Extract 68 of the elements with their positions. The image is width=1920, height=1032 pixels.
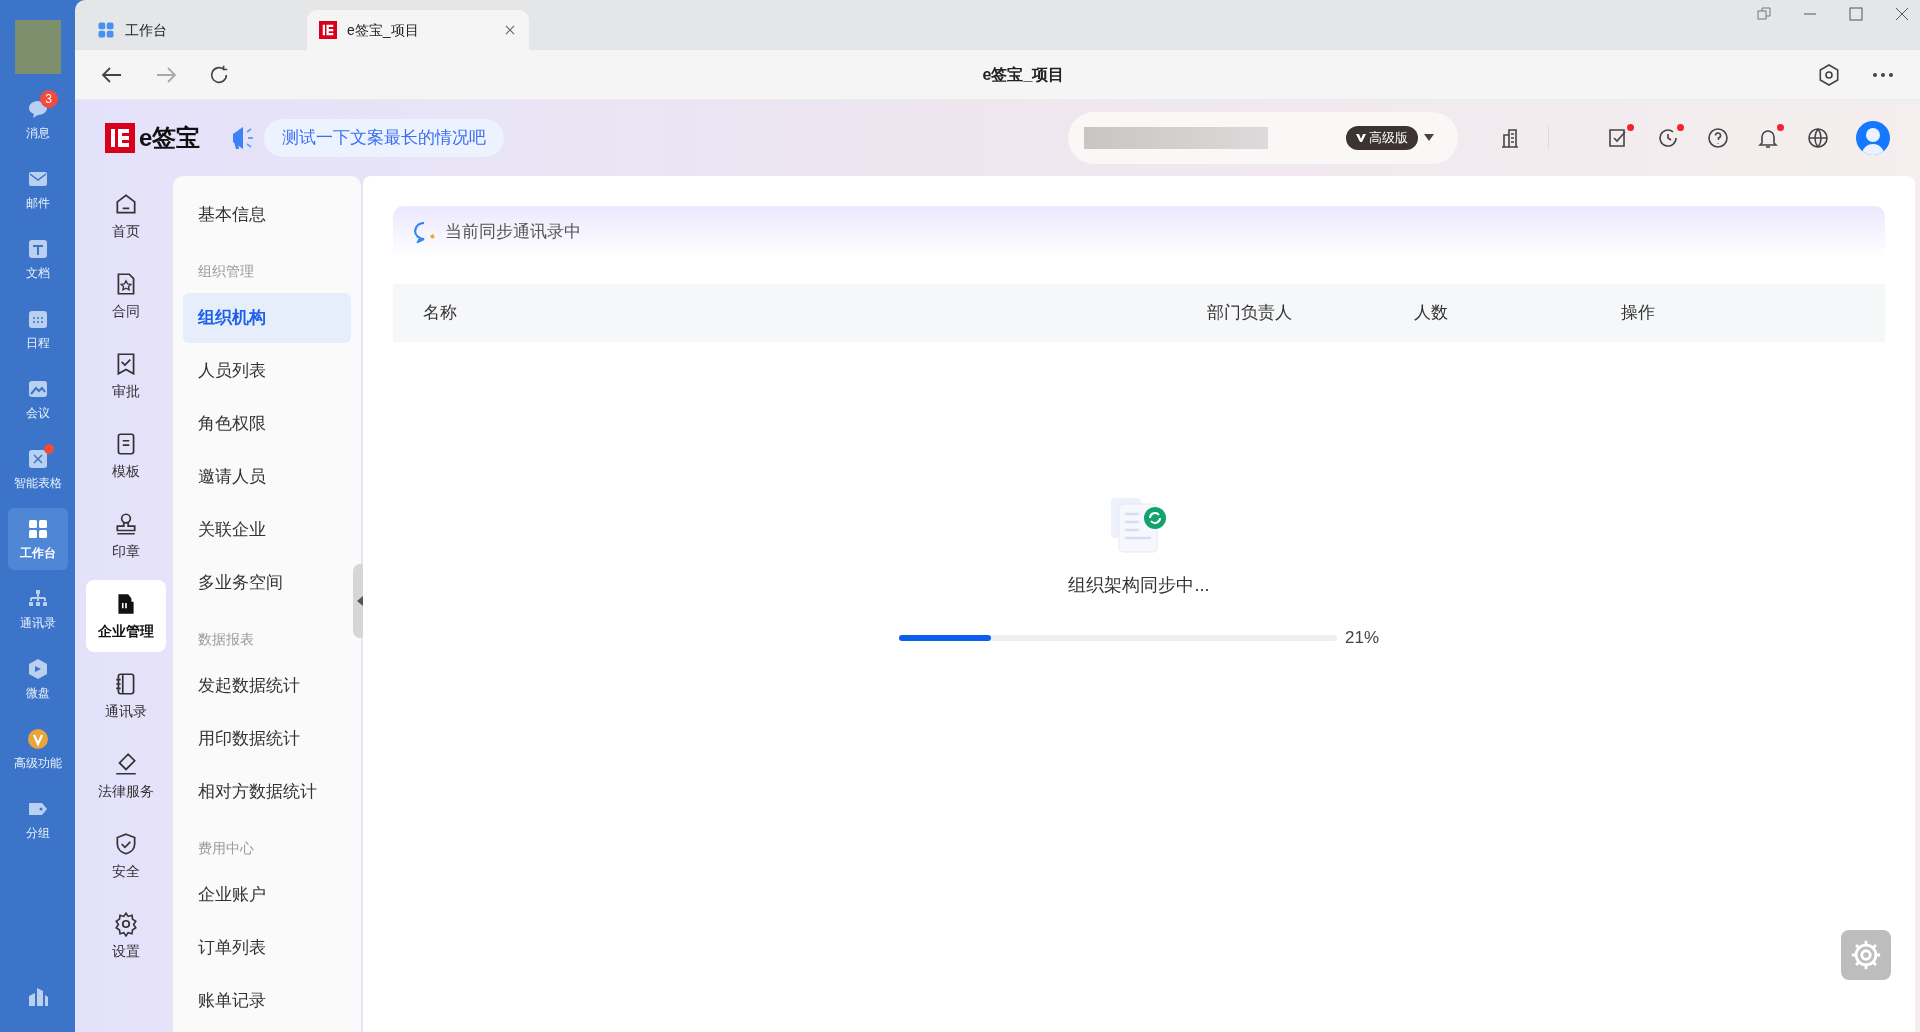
column-header: 操作 [1621,302,1656,325]
page-title: e签宝_项目 [982,64,1065,85]
close-icon[interactable] [1894,6,1910,22]
menu-item[interactable]: 邀请人员 [183,452,351,502]
nav-item[interactable]: 安全 [86,820,166,892]
avatar[interactable] [1856,121,1890,155]
nav-item[interactable]: 法律服务 [86,740,166,812]
column-header: 人数 [1414,302,1449,325]
logo-text: e签宝 [139,123,201,153]
sync-status-text: 当前同步通讯录中 [445,221,581,244]
rail-item[interactable]: 会议 [7,368,68,430]
menu-item[interactable]: 相对方数据统计 [183,767,351,817]
menu-item[interactable]: 关联企业 [183,505,351,555]
count-badge: 3 [39,90,58,108]
rail-item[interactable]: 邮件 [7,158,68,220]
menu-item[interactable]: 订单列表 [183,923,351,973]
help-icon[interactable] [1706,126,1730,150]
settings-icon [113,910,139,937]
menu-item[interactable]: 发起数据统计 [183,661,351,711]
menu-item[interactable]: 用印数据统计 [183,714,351,764]
section-heading: 费用中心 [197,838,255,858]
menu-item[interactable]: 人员列表 [183,346,351,396]
reload-icon[interactable] [208,63,230,86]
browser-tab[interactable]: 工作台 [85,10,307,50]
menu-item[interactable]: 基本信息 [183,190,351,240]
nav-item[interactable]: 首页 [86,180,166,252]
close-icon[interactable] [503,23,517,37]
menu-item[interactable]: 组织机构 [183,293,351,343]
menu-item[interactable]: 账单记录 [183,976,351,1026]
browser-tab[interactable]: e签宝_项目 [307,10,529,50]
seal-icon [113,510,139,537]
app-logo-icon[interactable] [26,986,49,1008]
rail-item[interactable]: 通讯录 [7,578,68,640]
column-header: 名称 [422,302,458,325]
rail-item[interactable]: 消息 3 [7,88,68,150]
rail-item[interactable]: 高级功能 [7,718,68,780]
plan-badge: 高级版 [1346,126,1418,150]
nav-item[interactable]: 企业管理 [86,580,166,652]
nav-item[interactable]: 审批 [86,340,166,412]
progress-percent: 21% [1345,627,1379,649]
nav-item[interactable]: 印章 [86,500,166,572]
section-heading: 组织管理 [197,261,255,281]
grid-icon [97,21,115,39]
gear-icon [1849,938,1883,972]
rail-item[interactable]: 文档 [7,228,68,290]
loading-text: 组织架构同步中... [1068,574,1210,597]
shield-icon [113,830,139,857]
globe-icon[interactable] [1806,126,1830,150]
account-selector[interactable]: 高级版 [1068,112,1458,164]
nav-item[interactable]: 通讯录 [86,660,166,732]
rail-item[interactable]: 智能表格 [7,438,68,500]
rail-item[interactable]: 工作台 [7,508,68,570]
nav-item[interactable]: 设置 [86,900,166,972]
rail-item[interactable]: 分组 [7,788,68,850]
menu-item[interactable]: 企业账户 [183,870,351,920]
column-header: 部门负责人 [1207,302,1293,325]
nav-item[interactable]: 合同 [86,260,166,332]
logo-icon [319,21,337,39]
section-heading: 数据报表 [197,629,255,649]
rail-item[interactable]: 微盘 [7,648,68,710]
rail-item[interactable]: 日程 [7,298,68,360]
settings-icon[interactable] [1817,62,1841,87]
nav-item[interactable]: 模板 [86,420,166,492]
caret-icon[interactable] [1424,134,1434,142]
logo-icon [105,123,135,153]
menu-item[interactable]: 角色权限 [183,399,351,449]
menu-item[interactable]: 多业务空间 [183,558,351,608]
announcement-pill[interactable]: 测试一下文案最长的情况吧 [264,119,505,157]
